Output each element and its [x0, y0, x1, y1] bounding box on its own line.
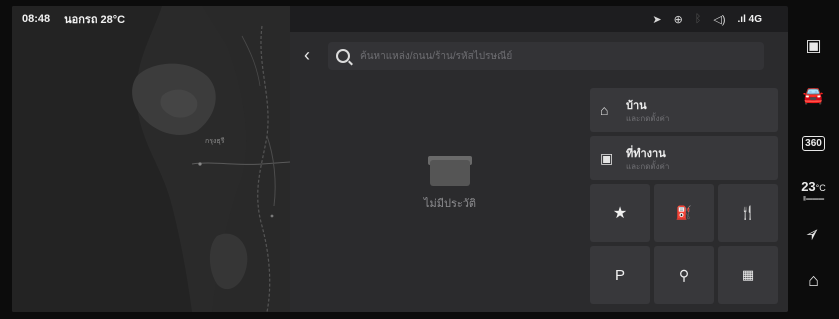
map-canvas [12, 6, 290, 312]
work-subtitle: และกดตั้งค่า [626, 162, 670, 171]
star-icon: ★ [612, 205, 628, 222]
navigation-arrow-icon: ➤ [652, 13, 662, 26]
search-input[interactable]: ค้นหาแหล่ง/ถนน/ร้าน/รหัสไปรษณีย์ [328, 42, 764, 70]
fuel-pump-icon: ⛽ [675, 205, 693, 220]
camera-360-button[interactable]: 360 [788, 130, 839, 156]
fork-knife-icon: 🍴 [739, 205, 757, 220]
climate-button[interactable]: 23°C ▮▬▬▬ [788, 172, 839, 208]
favorites-button[interactable]: ★ [590, 184, 650, 242]
search-placeholder: ค้นหาแหล่ง/ถนน/ร้าน/รหัสไปรษณีย์ [360, 50, 513, 62]
back-button[interactable]: ‹ [290, 38, 324, 72]
charger-plug-icon: ⚲ [678, 266, 690, 283]
home-shortcut[interactable]: ⌂ บ้าน และกดตั้งค่า [590, 88, 778, 132]
right-dock: ▣ 🚘 360 23°C ▮▬▬▬ ➢ ⌂ [788, 0, 839, 319]
car-screen: กรุงธุรี 08:48 นอกรถ 28°C ➤ ⊕ ᛒ ◁) .ıl 4… [12, 6, 788, 312]
chevron-left-icon: ‹ [304, 44, 310, 65]
outside-temperature: นอกรถ 28°C [64, 14, 126, 26]
cabin-temperature: 23°C [801, 178, 826, 194]
gas-station-button[interactable]: ⛽ [654, 184, 714, 242]
navigation-button[interactable]: ➢ [788, 220, 839, 248]
fan-level-icon: ▮▬▬▬ [802, 195, 825, 202]
navigation-panel: ‹ ค้นหาแหล่ง/ถนน/ร้าน/รหัสไปรษณีย์ ไม่มี… [290, 32, 788, 312]
navigation-map[interactable]: กรุงธุรี [12, 6, 290, 312]
empty-history-text: ไม่มีประวัติ [423, 198, 477, 210]
map-city-label: กรุงธุรี [205, 138, 225, 145]
car-icon: 🚘 [802, 86, 825, 105]
empty-history: ไม่มีประวัติ [390, 152, 510, 212]
restaurant-button[interactable]: 🍴 [718, 184, 778, 242]
status-icons: ➤ ⊕ ᛒ ◁) .ıl 4G [652, 6, 762, 32]
vehicle-button[interactable]: 🚘 [788, 82, 839, 110]
camera-360-icon: 360 [802, 135, 825, 151]
parking-button[interactable]: P [590, 246, 650, 304]
home-screen-button[interactable]: ⌂ [788, 266, 839, 294]
home-icon: ⌂ [600, 102, 609, 118]
grid-icon: ▦ [741, 267, 755, 282]
search-row: ‹ ค้นหาแหล่ง/ถนน/ร้าน/รหัสไปรษณีย์ [290, 38, 788, 72]
parking-icon: P [614, 266, 625, 284]
navigation-arrow-icon: ➢ [801, 221, 825, 246]
volume-icon: ◁) [713, 13, 726, 26]
app-grid-icon: ▣ [805, 36, 822, 55]
empty-box-icon [428, 152, 472, 186]
search-icon [336, 49, 350, 63]
network-indicator: .ıl 4G [737, 13, 762, 25]
signal-bars-icon: .ıl [737, 13, 746, 25]
work-shortcut[interactable]: ▣ ที่ทำงาน และกดตั้งค่า [590, 136, 778, 180]
gps-icon: ⊕ [673, 13, 683, 26]
briefcase-icon: ▣ [600, 150, 614, 166]
house-icon: ⌂ [808, 269, 819, 290]
clock: 08:48 [22, 13, 51, 25]
bluetooth-icon: ᛒ [694, 13, 702, 25]
apps-button[interactable]: ▣ [788, 32, 839, 60]
charging-button[interactable]: ⚲ [654, 246, 714, 304]
home-subtitle: และกดตั้งค่า [626, 114, 670, 123]
more-categories-button[interactable]: ▦ [718, 246, 778, 304]
status-bar: 08:48 นอกรถ 28°C ➤ ⊕ ᛒ ◁) .ıl 4G [12, 6, 788, 32]
